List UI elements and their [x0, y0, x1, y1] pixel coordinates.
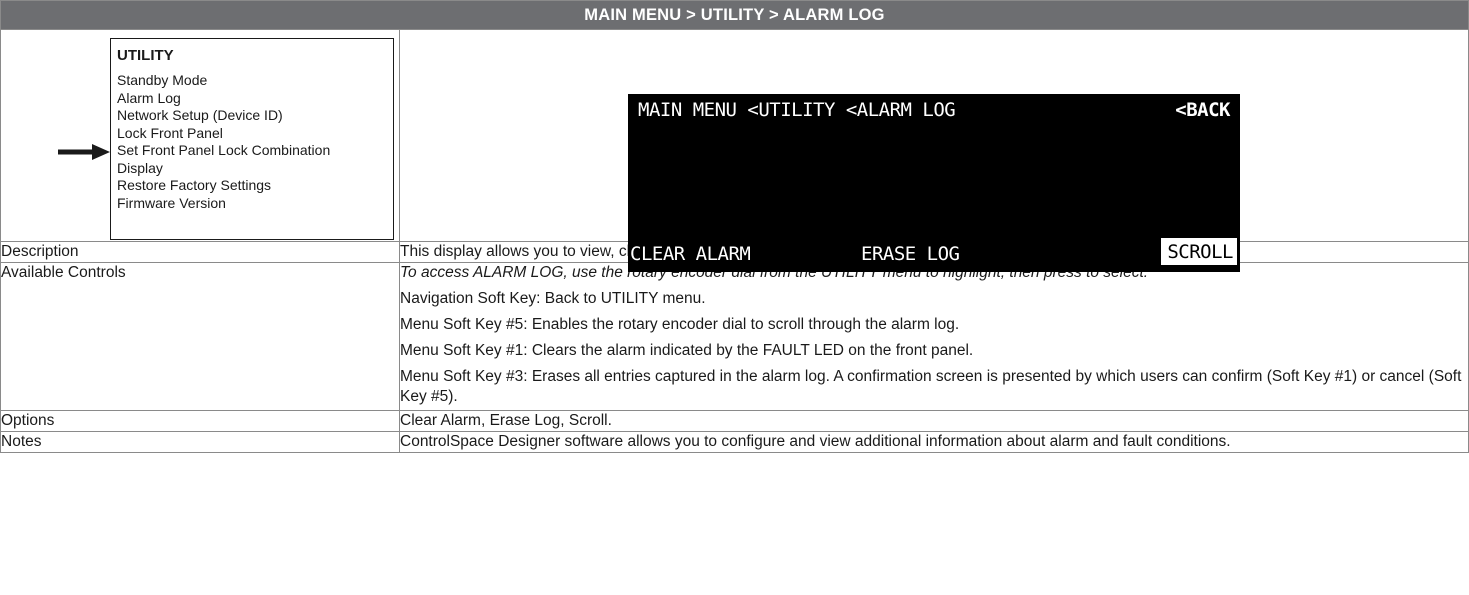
utility-menu-cell: UTILITY Standby Mode Alarm Log Network S… [0, 29, 400, 242]
menu-item-alarm-log: Alarm Log [117, 89, 181, 106]
menu-item-set-lock-combination: Set Front Panel Lock Combination [117, 142, 331, 158]
lcd-back-softkey: <BACK [1175, 99, 1230, 121]
notes-label: Notes [0, 431, 400, 453]
menu-item-standby-mode: Standby Mode [117, 72, 208, 88]
utility-menu-title: UTILITY [117, 47, 174, 64]
lcd-scroll-softkey: SCROLL [1161, 238, 1237, 265]
description-label: Description [0, 241, 400, 263]
options-label: Options [0, 410, 400, 432]
alarm-log-table: MAIN MENU > UTILITY > ALARM LOG UTILITY … [0, 0, 1469, 453]
menu-item-restore-factory-settings: Restore Factory Settings [117, 177, 272, 193]
table-header: MAIN MENU > UTILITY > ALARM LOG [0, 0, 1469, 30]
menu-item-lock-front-panel: Lock Front Panel [117, 124, 223, 141]
available-controls-label: Available Controls [0, 262, 400, 411]
menu-item-firmware-version: Firmware Version [117, 194, 226, 211]
arrow-right-icon [58, 144, 110, 160]
utility-menu: UTILITY Standby Mode Alarm Log Network S… [110, 38, 394, 240]
controls-softkey-5: Menu Soft Key #5: Enables the rotary enc… [400, 316, 960, 333]
menu-item-network-setup: Network Setup (Device ID) [117, 107, 283, 123]
controls-softkey-3: Menu Soft Key #3: Erases all entries cap… [400, 368, 1462, 405]
lcd-erase-log-softkey: ERASE LOG [861, 243, 960, 265]
options-text: Clear Alarm, Erase Log, Scroll. [399, 410, 1469, 432]
menu-item-display: Display [117, 159, 163, 176]
lcd-breadcrumb: MAIN MENU <UTILITY <ALARM LOG [638, 99, 956, 121]
available-controls-text: To access ALARM LOG, use the rotary enco… [399, 262, 1469, 411]
controls-softkey-1: Menu Soft Key #1: Clears the alarm indic… [400, 342, 974, 359]
controls-navigation-softkey: Navigation Soft Key: Back to UTILITY men… [400, 290, 706, 307]
lcd-screen: MAIN MENU <UTILITY <ALARM LOG <BACK CLEA… [628, 94, 1240, 272]
notes-text: ControlSpace Designer software allows yo… [399, 431, 1469, 453]
lcd-cell: MAIN MENU <UTILITY <ALARM LOG <BACK CLEA… [399, 29, 1469, 272]
lcd-clear-alarm-softkey: CLEAR ALARM [630, 243, 751, 265]
